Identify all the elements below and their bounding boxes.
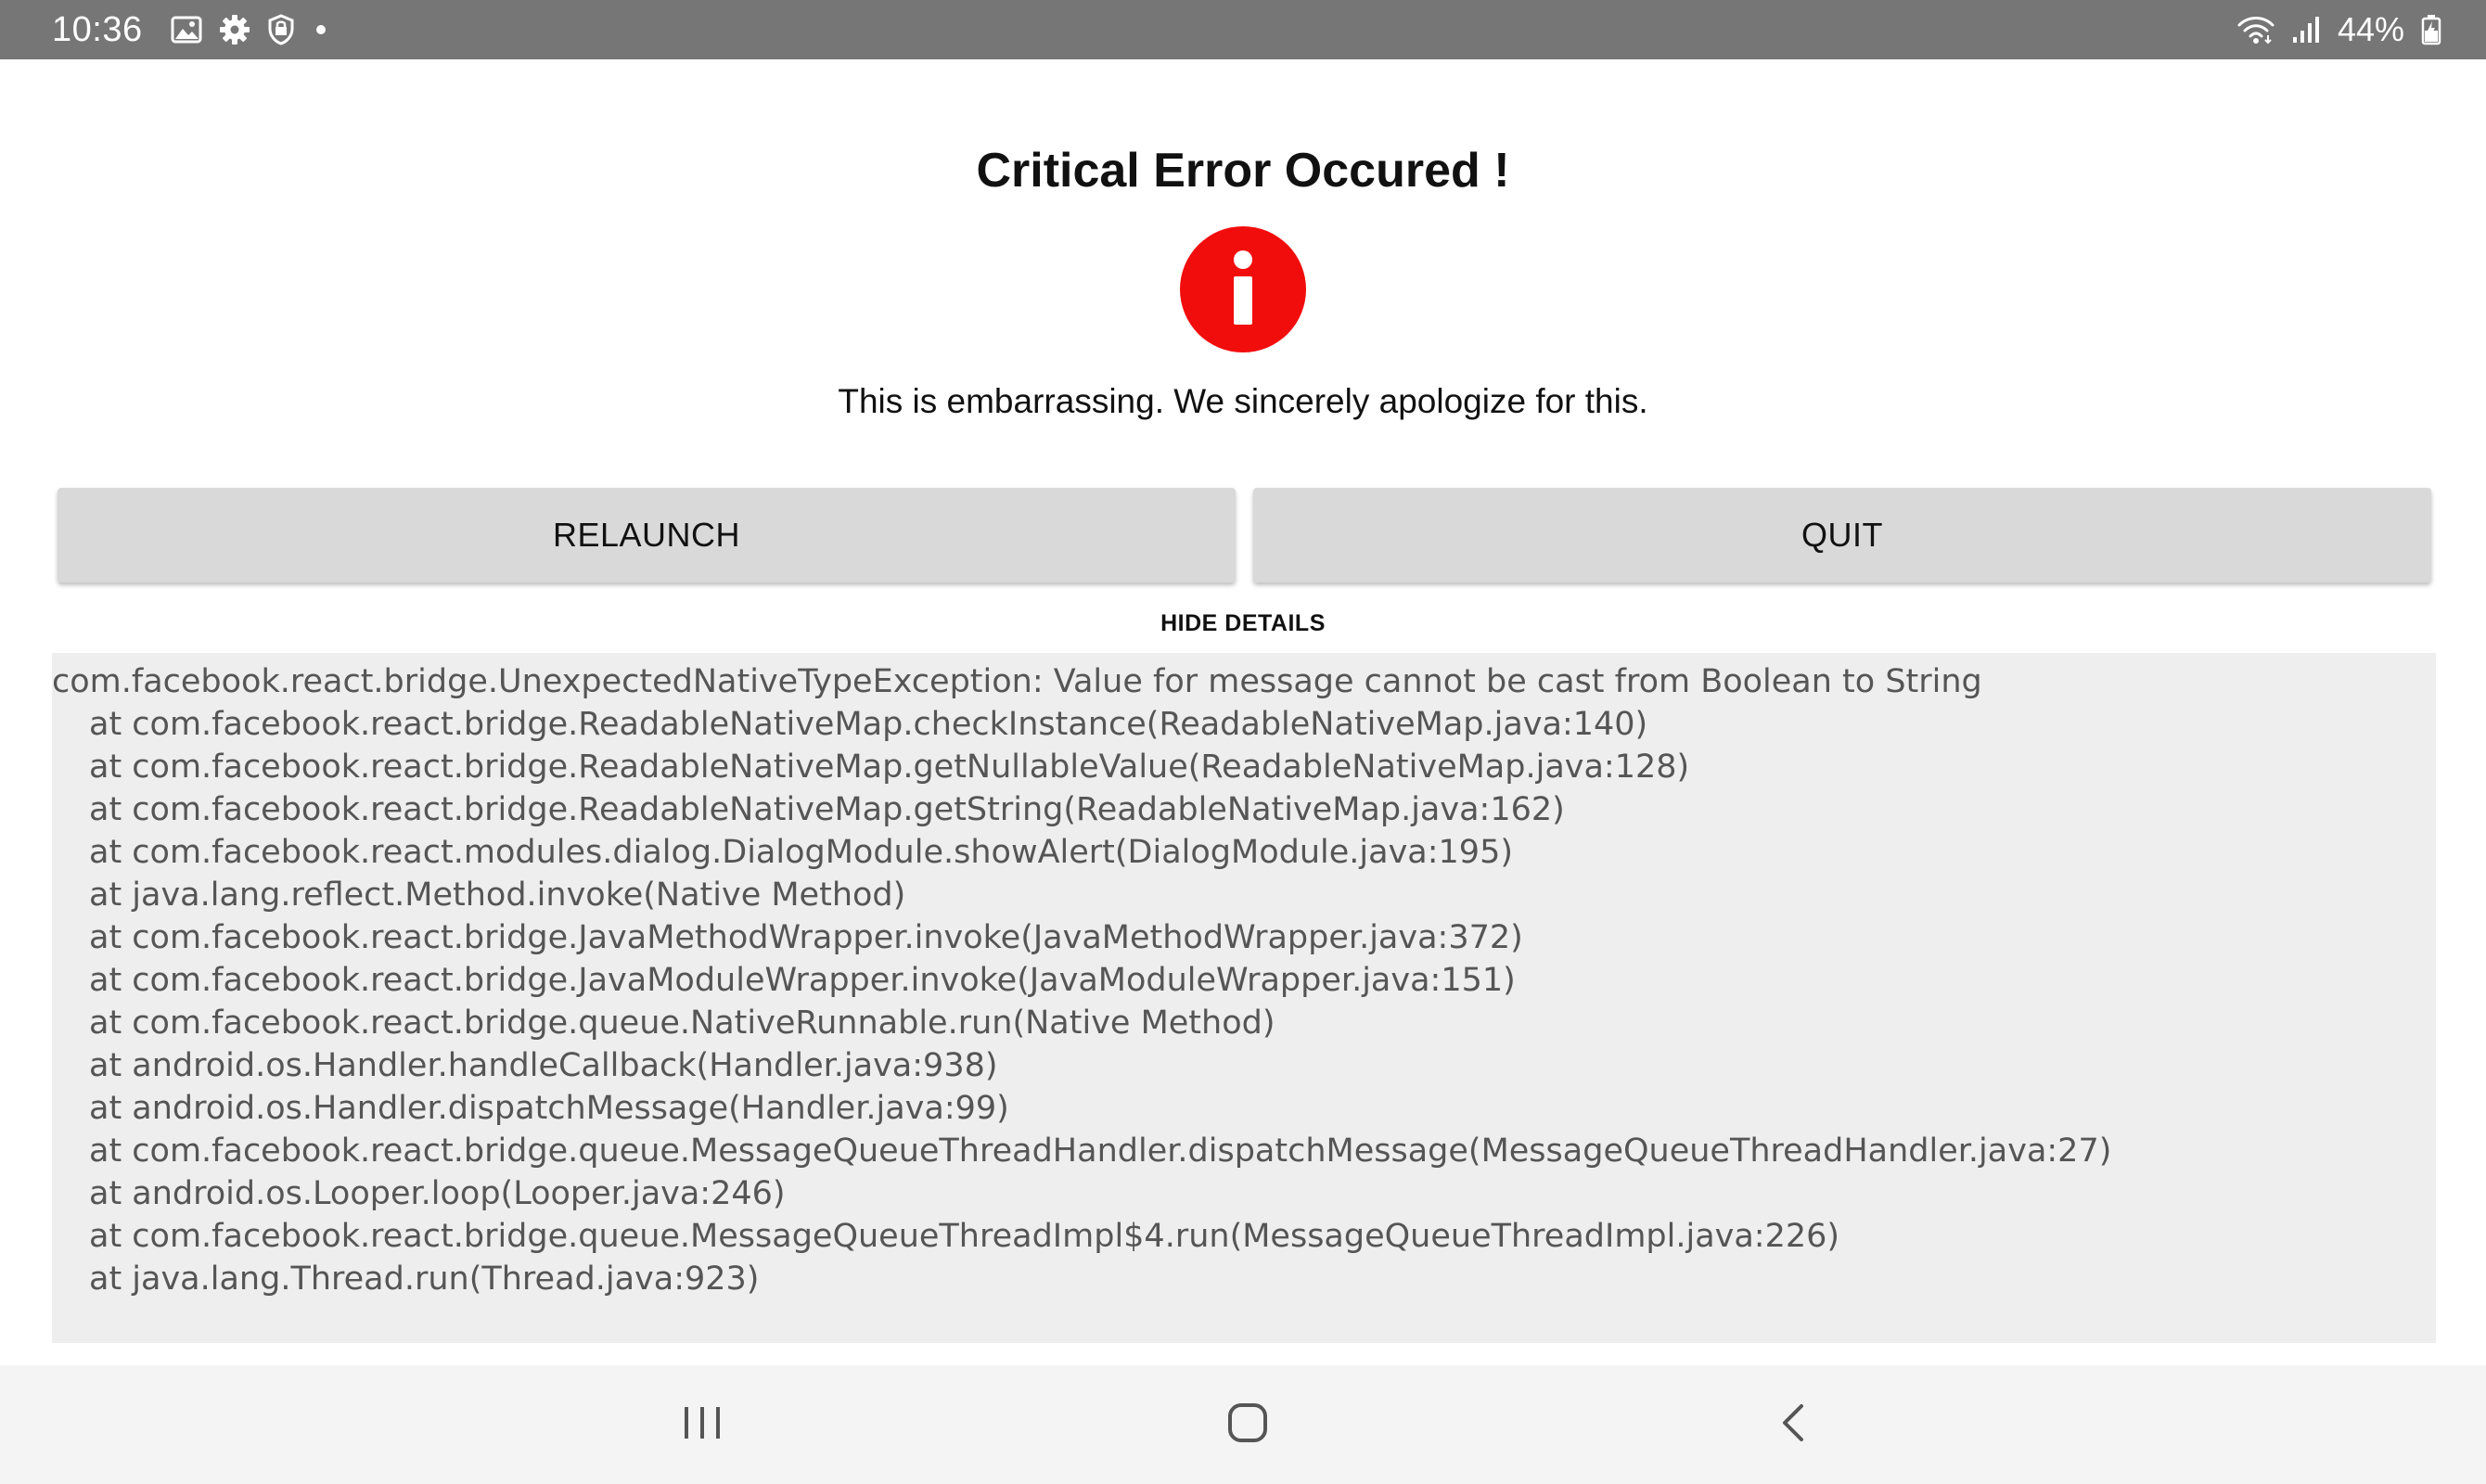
trace-frame: at com.facebook.react.bridge.JavaMethodW… <box>89 919 1523 956</box>
quit-button[interactable]: QUIT <box>1253 488 2431 582</box>
info-icon <box>1180 226 1306 352</box>
status-bar: 10:36 44% <box>0 0 2486 59</box>
wifi-icon <box>2237 15 2275 45</box>
back-button[interactable] <box>1737 1388 1849 1462</box>
trace-frame: at com.facebook.react.bridge.JavaModuleW… <box>89 962 1516 999</box>
trace-frame: at com.facebook.react.bridge.queue.Messa… <box>89 1218 1840 1255</box>
back-icon <box>1777 1402 1809 1448</box>
trace-frame: at com.facebook.react.modules.dialog.Dia… <box>89 834 1513 871</box>
stack-trace-box[interactable]: com.facebook.react.bridge.UnexpectedNati… <box>52 653 2436 1343</box>
status-right: 44% <box>2237 10 2441 49</box>
home-icon <box>1226 1401 1269 1449</box>
status-left: 10:36 <box>52 10 330 50</box>
error-title: Critical Error Occured ! <box>976 144 1510 198</box>
image-icon <box>171 16 202 44</box>
trace-frame: at java.lang.reflect.Method.invoke(Nativ… <box>89 876 906 914</box>
status-time: 10:36 <box>52 9 143 49</box>
trace-frame: at com.facebook.react.bridge.ReadableNat… <box>89 791 1565 828</box>
trace-frame: at com.facebook.react.bridge.ReadableNat… <box>89 748 1690 786</box>
gear-icon <box>219 14 250 45</box>
navigation-bar <box>0 1365 2486 1484</box>
exception-line: com.facebook.react.bridge.UnexpectedNati… <box>52 663 1982 700</box>
trace-frame: at com.facebook.react.bridge.queue.Nativ… <box>89 1004 1275 1042</box>
apology-message: This is embarrassing. We sincerely apolo… <box>838 382 1648 420</box>
dot-icon <box>312 20 330 39</box>
home-button[interactable] <box>1192 1388 1303 1462</box>
error-screen: Critical Error Occured ! This is embarra… <box>0 59 2486 1365</box>
trace-frame: at java.lang.Thread.run(Thread.java:923) <box>89 1260 760 1298</box>
battery-percent: 44% <box>2337 10 2404 48</box>
trace-frame: at android.os.Looper.loop(Looper.java:24… <box>89 1175 786 1212</box>
trace-frame: at android.os.Handler.handleCallback(Han… <box>89 1047 998 1084</box>
shield-icon <box>267 14 295 45</box>
relaunch-button[interactable]: RELAUNCH <box>58 488 1236 582</box>
hide-details-toggle[interactable]: HIDE DETAILS <box>0 610 2486 637</box>
trace-frame: at com.facebook.react.bridge.ReadableNat… <box>89 706 1648 743</box>
trace-frame: at android.os.Handler.dispatchMessage(Ha… <box>89 1090 1009 1127</box>
recents-icon <box>682 1404 723 1446</box>
trace-frame: at com.facebook.react.bridge.queue.Messa… <box>89 1132 2112 1170</box>
signal-icon <box>2291 15 2321 45</box>
recents-button[interactable] <box>647 1388 758 1462</box>
battery-icon <box>2421 14 2441 45</box>
